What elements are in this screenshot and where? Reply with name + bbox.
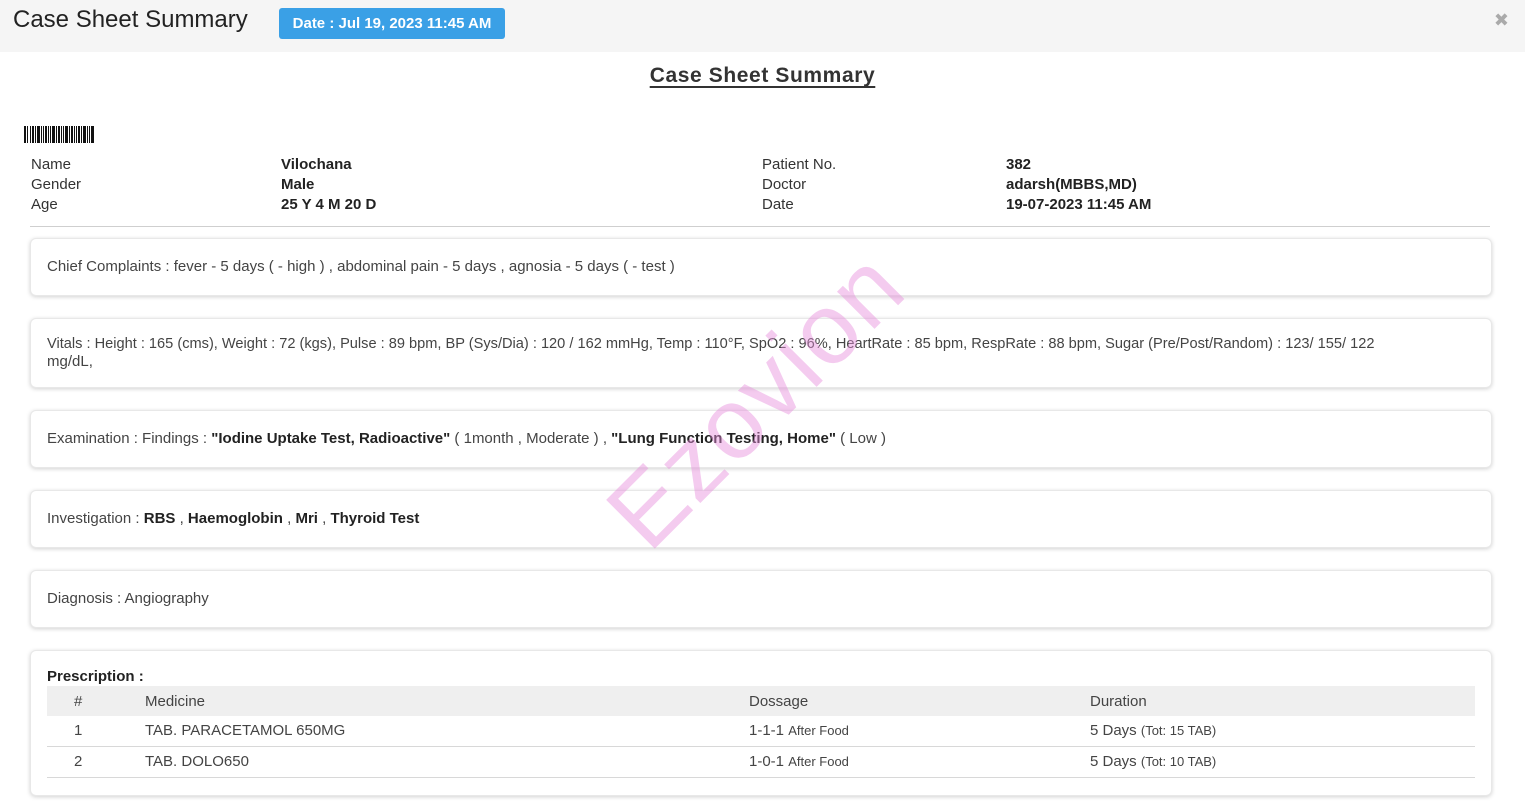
name-label: Name [31,156,72,173]
gender-value: Male [281,176,315,193]
dosage-cell: 1-1-1 After Food [749,716,1090,747]
date-label: Date [762,196,794,213]
patient-no-label: Patient No. [762,156,837,173]
dosage: 1-1-1 [749,722,785,740]
date-badge: Date : Jul 19, 2023 11:45 AM [279,8,505,39]
duration: 5 Days [1090,753,1137,770]
dosage-note: After Food [788,754,849,769]
medicine-name: TAB. PARACETAMOL 650MG [145,716,749,747]
close-icon[interactable]: ✖ [1494,11,1509,29]
gender-label: Gender [31,176,82,193]
column-header-medicine: Medicine [145,686,749,716]
diagnosis-text: Diagnosis : Angiography [47,590,209,607]
finding-1-detail: ( 1month , Moderate ) , [450,430,612,447]
vitals-card: Vitals : Height : 165 (cms), Weight : 72… [30,318,1492,388]
examination-card: Examination : Findings : "Iodine Uptake … [30,410,1492,468]
investigation-card: Investigation : RBS , Haemoglobin , Mri … [30,490,1492,548]
divider [30,226,1490,227]
prescription-title: Prescription : [47,668,144,685]
vitals-line-2: mg/dL, [47,353,93,370]
patient-no-value: 382 [1006,156,1032,173]
duration: 5 Days [1090,722,1137,740]
table-header-row: # Medicine Dossage Duration [47,686,1475,716]
examination-prefix: Examination : Findings : [47,430,212,447]
finding-2-detail: ( Low ) [835,430,886,447]
row-number: 1 [47,716,145,747]
row-number: 2 [47,746,145,778]
age-value: 25 Y 4 M 20 D [281,196,377,213]
finding-2-name: "Lung Function Testing, Home" [611,430,836,447]
finding-1-name: "Iodine Uptake Test, Radioactive" [211,430,451,447]
chief-complaints-text: Chief Complaints : fever - 5 days ( - hi… [47,258,675,275]
modal-header: Case Sheet Summary Date : Jul 19, 2023 1… [0,0,1525,52]
column-header-duration: Duration [1090,686,1475,716]
duration-note: (Tot: 10 TAB) [1140,754,1217,769]
column-header-number: # [47,686,145,716]
investigation-prefix: Investigation : [47,510,144,527]
investigation-separator: , [175,510,188,527]
age-label: Age [31,196,58,213]
document-title: Case Sheet Summary [0,64,1525,88]
vitals-line-1: Vitals : Height : 165 (cms), Weight : 72… [47,336,1375,352]
column-header-dosage: Dossage [749,686,1090,716]
vitals-text: Vitals : Height : 165 (cms), Weight : 72… [47,335,1374,371]
prescription-card: Prescription : # Medicine Dossage Durati… [30,650,1492,796]
dosage: 1-0-1 [749,753,785,770]
date-value: 19-07-2023 11:45 AM [1006,196,1152,213]
diagnosis-card: Diagnosis : Angiography [30,570,1492,628]
document-title-text: Case Sheet Summary [649,64,876,87]
chief-complaints-card: Chief Complaints : fever - 5 days ( - hi… [30,238,1492,296]
duration-cell: 5 Days (Tot: 10 TAB) [1090,746,1475,778]
table-row: 1 TAB. PARACETAMOL 650MG 1-1-1 After Foo… [47,716,1475,747]
examination-text: Examination : Findings : "Iodine Uptake … [47,430,886,448]
duration-cell: 5 Days (Tot: 15 TAB) [1090,716,1475,747]
investigation-text: Investigation : RBS , Haemoglobin , Mri … [47,510,419,528]
investigation-item: Mri [295,510,318,527]
investigation-item: Thyroid Test [330,510,420,527]
dosage-note: After Food [788,723,849,739]
table-row: 2 TAB. DOLO650 1-0-1 After Food 5 Days (… [47,746,1475,778]
prescription-table: # Medicine Dossage Duration 1 TAB. PARAC… [47,686,1475,778]
barcode-icon [24,126,94,143]
investigation-item: RBS [143,510,176,527]
medicine-name: TAB. DOLO650 [145,746,749,778]
investigation-item: Haemoglobin [187,510,283,527]
name-value: Vilochana [281,156,352,173]
modal-title: Case Sheet Summary [13,6,248,33]
investigation-separator: , [282,510,296,527]
doctor-label: Doctor [762,176,807,193]
duration-note: (Tot: 15 TAB) [1140,723,1217,739]
doctor-value: adarsh(MBBS,MD) [1006,176,1137,193]
dosage-cell: 1-0-1 After Food [749,746,1090,778]
investigation-separator: , [317,510,331,527]
